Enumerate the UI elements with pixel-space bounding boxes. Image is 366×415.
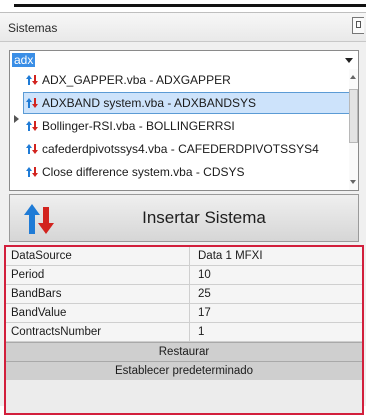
expand-arrow-icon[interactable] [14,115,19,123]
list-item-label: Close difference system.vba - CDSYS [42,165,245,179]
window-top-edge [0,0,366,12]
property-value[interactable]: 10 [198,266,211,284]
pin-icon[interactable] [352,17,364,34]
property-name: Period [11,266,190,284]
scroll-thumb[interactable] [349,89,358,143]
property-value[interactable]: 17 [198,304,211,322]
list-item-selected[interactable]: ADXBAND system.vba - ADXBANDSYS [23,92,355,114]
up-down-arrows-icon [26,98,38,108]
property-name: BandBars [11,285,190,303]
system-search-combobox[interactable]: adx [9,50,359,70]
list-item-label: ADX_GAPPER.vba - ADXGAPPER [42,73,231,87]
property-row[interactable]: BandValue 17 [6,304,362,323]
systems-panel: Sistemas adx ADX_GAPPER.vba - ADXGAPPER … [0,12,366,415]
list-scrollbar[interactable] [349,69,358,190]
panel-title: Sistemas [8,21,58,35]
property-name: BandValue [11,304,190,322]
property-row[interactable]: Period 10 [6,266,362,285]
system-properties-grid: DataSource Data 1 MFXI Period 10 BandBar… [4,245,364,415]
list-item[interactable]: Bollinger-RSI.vba - BOLLINGERRSI [24,116,354,136]
insert-system-label: Insertar Sistema [142,208,266,227]
systems-list[interactable]: ADX_GAPPER.vba - ADXGAPPER ADXBAND syste… [9,69,359,191]
list-item[interactable]: Close difference system.vba - CDSYS [24,162,354,182]
property-value[interactable]: Data 1 MFXI [198,247,263,265]
property-value[interactable]: 25 [198,285,211,303]
restore-button[interactable]: Restaurar [6,342,362,361]
property-name: DataSource [11,247,190,265]
chevron-down-icon[interactable] [345,58,353,63]
property-row[interactable]: DataSource Data 1 MFXI [6,247,362,266]
scroll-down-icon[interactable] [350,180,356,184]
panel-header: Sistemas [0,13,366,42]
property-name: ContractsNumber [11,323,190,341]
up-down-arrows-icon [26,167,38,177]
property-row[interactable]: BandBars 25 [6,285,362,304]
property-value[interactable]: 1 [198,323,204,341]
list-item-label: Bollinger-RSI.vba - BOLLINGERRSI [42,119,235,133]
list-item-label: cafederdpivotssys4.vba - CAFEDERDPIVOTSS… [42,142,319,156]
list-item[interactable]: cafederdpivotssys4.vba - CAFEDERDPIVOTSS… [24,139,354,159]
up-down-arrows-icon [26,121,38,131]
list-item[interactable]: ADX_GAPPER.vba - ADXGAPPER [24,70,354,90]
up-down-arrows-icon [26,75,38,85]
up-down-arrows-icon [26,144,38,154]
scroll-up-icon[interactable] [350,75,356,79]
insert-system-button[interactable]: Insertar Sistema [9,194,359,242]
set-default-button[interactable]: Establecer predeterminado [6,361,362,380]
search-input[interactable]: adx [12,53,36,67]
property-row[interactable]: ContractsNumber 1 [6,323,362,342]
properties-empty-area [6,380,362,413]
list-item-label: ADXBAND system.vba - ADXBANDSYS [42,96,257,110]
